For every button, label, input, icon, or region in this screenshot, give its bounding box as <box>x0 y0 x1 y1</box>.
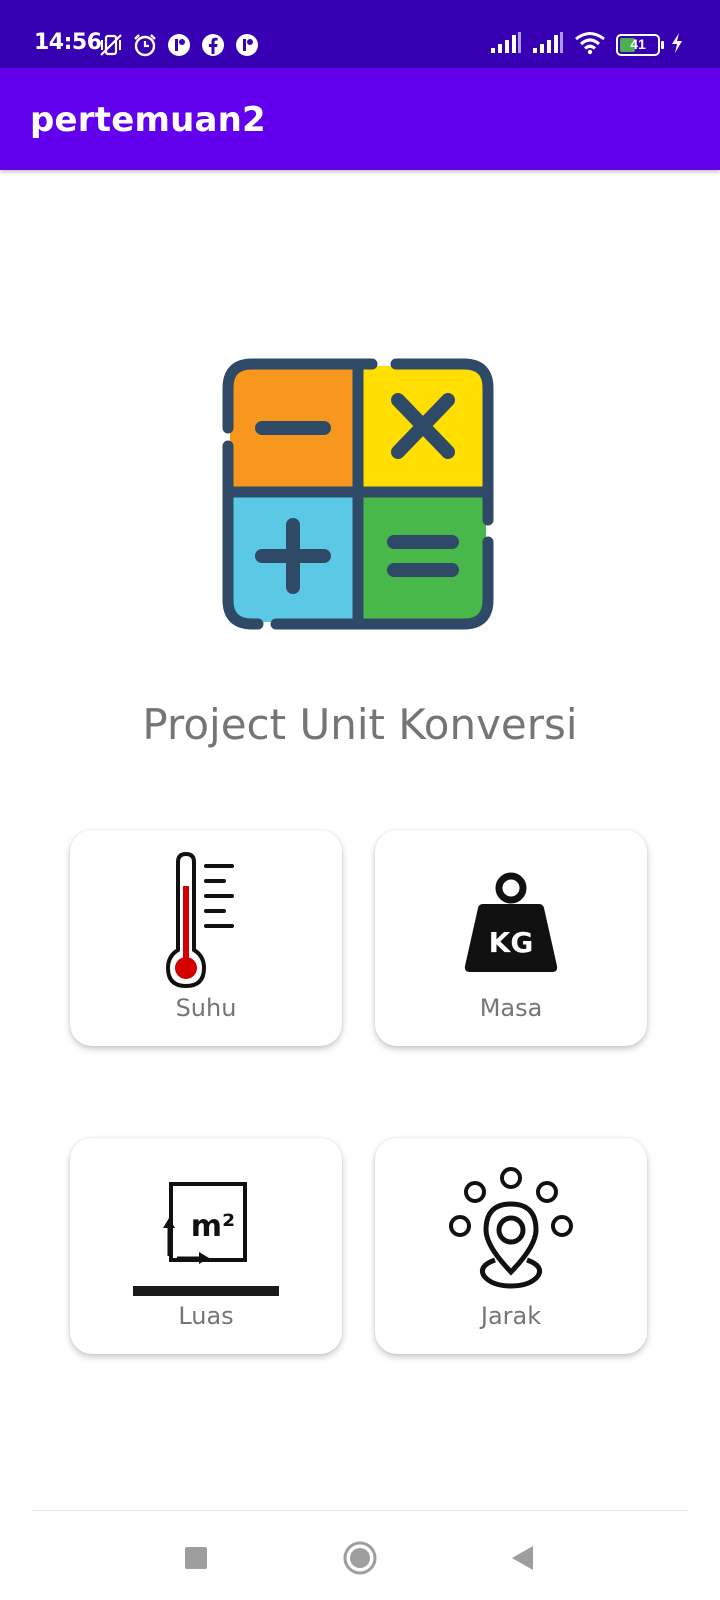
menu-card-suhu[interactable]: Suhu <box>70 830 342 1046</box>
app-title: pertemuan2 <box>30 100 266 140</box>
area-m2-icon: m² <box>131 1180 281 1301</box>
wifi-icon <box>574 31 606 60</box>
signal-icon <box>490 31 522 59</box>
location-distance-icon <box>448 1166 574 1295</box>
signal-icon <box>532 31 564 59</box>
recents-button[interactable] <box>176 1540 216 1580</box>
svg-text:m²: m² <box>191 1209 235 1244</box>
app-notification-icon <box>234 32 260 58</box>
app-bar: pertemuan2 <box>0 68 720 170</box>
svg-text:KG: KG <box>489 926 534 959</box>
home-button[interactable] <box>340 1540 380 1580</box>
vibrate-off-icon <box>98 32 124 58</box>
back-button[interactable] <box>502 1540 542 1580</box>
thermometer-icon <box>165 850 246 995</box>
menu-card-luas[interactable]: m² Luas <box>70 1138 342 1354</box>
calculator-operations-icon <box>222 358 494 630</box>
charging-icon <box>670 32 684 59</box>
status-notification-icons <box>98 30 260 60</box>
battery-tip <box>661 41 664 49</box>
nav-divider <box>32 1510 688 1511</box>
menu-label: Masa <box>479 994 543 1022</box>
menu-card-masa[interactable]: KG Masa <box>375 830 647 1046</box>
status-bar: 14:56 41 <box>0 0 720 68</box>
triangle-back-icon <box>509 1544 535 1577</box>
menu-label: Suhu <box>175 994 237 1022</box>
circle-icon <box>342 1540 378 1581</box>
status-system-icons: 41 <box>490 30 684 60</box>
battery-icon: 41 <box>616 34 664 56</box>
menu-label: Luas <box>178 1302 234 1330</box>
battery-level: 41 <box>630 36 646 52</box>
facebook-icon <box>200 32 226 58</box>
app-notification-icon <box>166 32 192 58</box>
square-icon <box>184 1546 208 1575</box>
weight-kg-icon: KG <box>463 870 559 981</box>
alarm-icon <box>132 32 158 58</box>
menu-label: Jarak <box>480 1302 542 1330</box>
status-time: 14:56 <box>34 30 102 55</box>
menu-card-jarak[interactable]: Jarak <box>375 1138 647 1354</box>
project-title: Project Unit Konversi <box>142 700 578 749</box>
